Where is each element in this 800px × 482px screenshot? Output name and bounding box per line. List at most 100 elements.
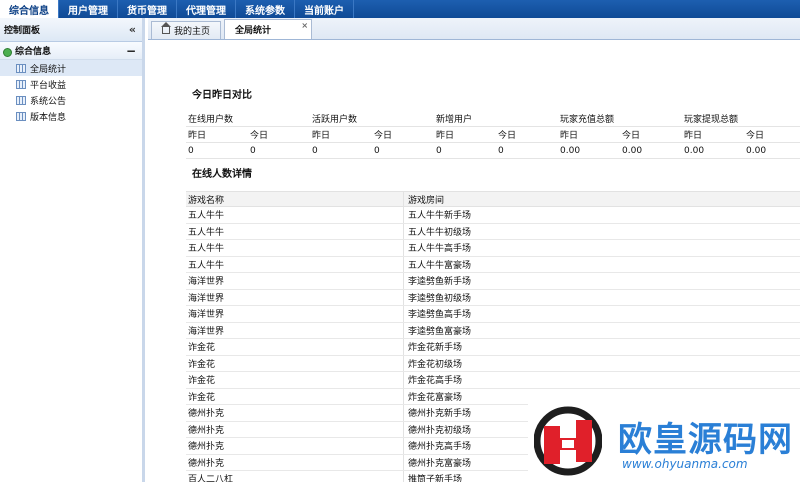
cell-game-name: 海洋世界 [186,289,404,305]
cell-game-name: 海洋世界 [186,273,404,289]
tab-my-home[interactable]: 我的主页 [151,21,222,39]
stats-value-row: 0 0 0 0 0 0 0.00 0.00 0.00 0.00 [186,143,800,159]
cell-game-name: 五人牛牛 [186,240,404,256]
table-row: 五人牛牛 五人牛牛初级场 [186,223,800,240]
stats-value: 0.00 [560,145,581,156]
watermark-url: www.ohyuanma.com [622,457,748,471]
stats-group-active: 活跃用户数 [312,115,358,125]
sidebar-item-label: 版本信息 [30,112,67,123]
cell-game-name: 海洋世界 [186,306,404,322]
table-row: 诈金花 炸金花新手场 [186,339,800,356]
nav-agent-management[interactable]: 代理管理 [177,0,236,18]
tab-global-stats[interactable]: 全局统计 × [224,19,313,39]
cell-game-name: 诈金花 [186,388,404,404]
stats-value: 0.00 [746,145,767,156]
stats-section-title: 今日昨日对比 [192,90,252,101]
sidebar-item-platform-revenue[interactable]: 平台收益 [0,76,142,92]
cell-game-name: 德州扑克 [186,454,404,470]
cell-game-room: 李逵劈鱼初级场 [408,293,472,304]
stats-value: 0 [188,145,194,156]
stats-group-withdraw: 玩家提现总额 [684,115,739,125]
stats-day-label: 今日 [498,131,517,141]
sidebar-item-label: 平台收益 [30,80,67,91]
cell-game-name: 五人牛牛 [186,223,404,239]
stats-value: 0 [374,145,380,156]
collapse-group-icon[interactable]: − [126,45,136,57]
grid-icon [16,95,26,105]
table-row: 海洋世界 李逵劈鱼初级场 [186,289,800,306]
collapse-sidebar-icon[interactable]: « [129,23,136,36]
table-row: 五人牛牛 五人牛牛高手场 [186,240,800,257]
stats-day-label: 今日 [746,131,765,141]
table-row: 海洋世界 李逵劈鱼富豪场 [186,322,800,339]
col-header-game: 游戏名称 [186,192,404,206]
col-header-room: 游戏房间 [408,195,445,206]
stats-day-label: 昨日 [436,131,455,141]
nav-currency-management[interactable]: 货币管理 [118,0,177,18]
watermark-logo: 欧皇源码网 www.ohyuanma.com [528,402,800,482]
stats-value: 0 [498,145,504,156]
cell-game-name: 五人牛牛 [186,207,404,223]
stats-value: 0 [250,145,256,156]
table-row: 五人牛牛 五人牛牛新手场 [186,207,800,224]
cell-game-room: 五人牛牛富豪场 [408,260,472,271]
stats-day-label: 今日 [250,131,269,141]
cell-game-name: 德州扑克 [186,421,404,437]
stats-day-label: 今日 [622,131,641,141]
cell-game-name: 诈金花 [186,339,404,355]
nav-user-management[interactable]: 用户管理 [59,0,118,18]
sidebar-item-global-stats[interactable]: 全局统计 [0,60,142,76]
menu-group-overview[interactable]: 综合信息 − [0,42,142,60]
watermark-text: 欧皇源码网 [618,420,793,460]
cell-game-name: 诈金花 [186,355,404,371]
online-table-header: 游戏名称 游戏房间 [186,191,800,207]
cell-game-room: 李逵劈鱼高手场 [408,310,472,321]
cell-game-room: 炸金花初级场 [408,359,463,370]
cell-game-room: 李逵劈鱼新手场 [408,277,472,288]
stats-table: 在线用户数 活跃用户数 新增用户 玩家充值总额 玩家提现总额 昨日 今日 昨日 … [186,111,800,159]
online-section-title: 在线人数详情 [192,169,252,180]
close-icon[interactable]: × [301,21,308,30]
cell-game-room: 炸金花高手场 [408,376,463,387]
tab-bar: 我的主页 全局统计 × [148,18,800,40]
sidebar-item-version-info[interactable]: 版本信息 [0,108,142,124]
stats-day-label: 今日 [374,131,393,141]
table-row: 五人牛牛 五人牛牛富豪场 [186,256,800,273]
cell-game-name: 德州扑克 [186,405,404,421]
cell-game-name: 诈金花 [186,372,404,388]
stats-group-recharge: 玩家充值总额 [560,115,615,125]
cell-game-name: 百人二八杠 [186,471,404,482]
grid-icon [16,63,26,73]
cell-game-name: 五人牛牛 [186,256,404,272]
nav-system-params[interactable]: 系统参数 [236,0,295,18]
grid-icon [16,111,26,121]
watermark-emblem-icon [534,406,602,476]
grid-icon [16,79,26,89]
sidebar: 控制面板 « 综合信息 − 全局统计 平台收益 系统公告 版本信息 [0,18,145,482]
nav-overview[interactable]: 综合信息 [0,0,59,18]
stats-group-online: 在线用户数 [188,115,234,125]
stats-value: 0.00 [684,145,705,156]
stats-group-row: 在线用户数 活跃用户数 新增用户 玩家充值总额 玩家提现总额 [186,111,800,127]
cell-game-room: 五人牛牛高手场 [408,244,472,255]
stats-value: 0 [312,145,318,156]
cell-game-name: 海洋世界 [186,322,404,338]
stats-day-label: 昨日 [684,131,703,141]
stats-value: 0.00 [622,145,643,156]
control-panel-title: 控制面板 [4,26,41,36]
table-row: 海洋世界 李逵劈鱼新手场 [186,273,800,290]
sidebar-item-label: 系统公告 [30,96,67,107]
stats-day-label: 昨日 [312,131,331,141]
stats-day-label: 昨日 [560,131,579,141]
table-row: 诈金花 炸金花高手场 [186,372,800,389]
control-panel-header: 控制面板 « [0,18,142,42]
sidebar-item-label: 全局统计 [30,64,67,75]
home-icon [161,22,171,34]
cell-game-room: 炸金花新手场 [408,343,463,354]
nav-current-account[interactable]: 当前账户 [295,0,354,18]
stats-group-new: 新增用户 [436,115,473,125]
table-row: 诈金花 炸金花初级场 [186,355,800,372]
stats-day-row: 昨日 今日 昨日 今日 昨日 今日 昨日 今日 昨日 今日 [186,127,800,143]
table-row: 海洋世界 李逵劈鱼高手场 [186,306,800,323]
sidebar-item-announcements[interactable]: 系统公告 [0,92,142,108]
